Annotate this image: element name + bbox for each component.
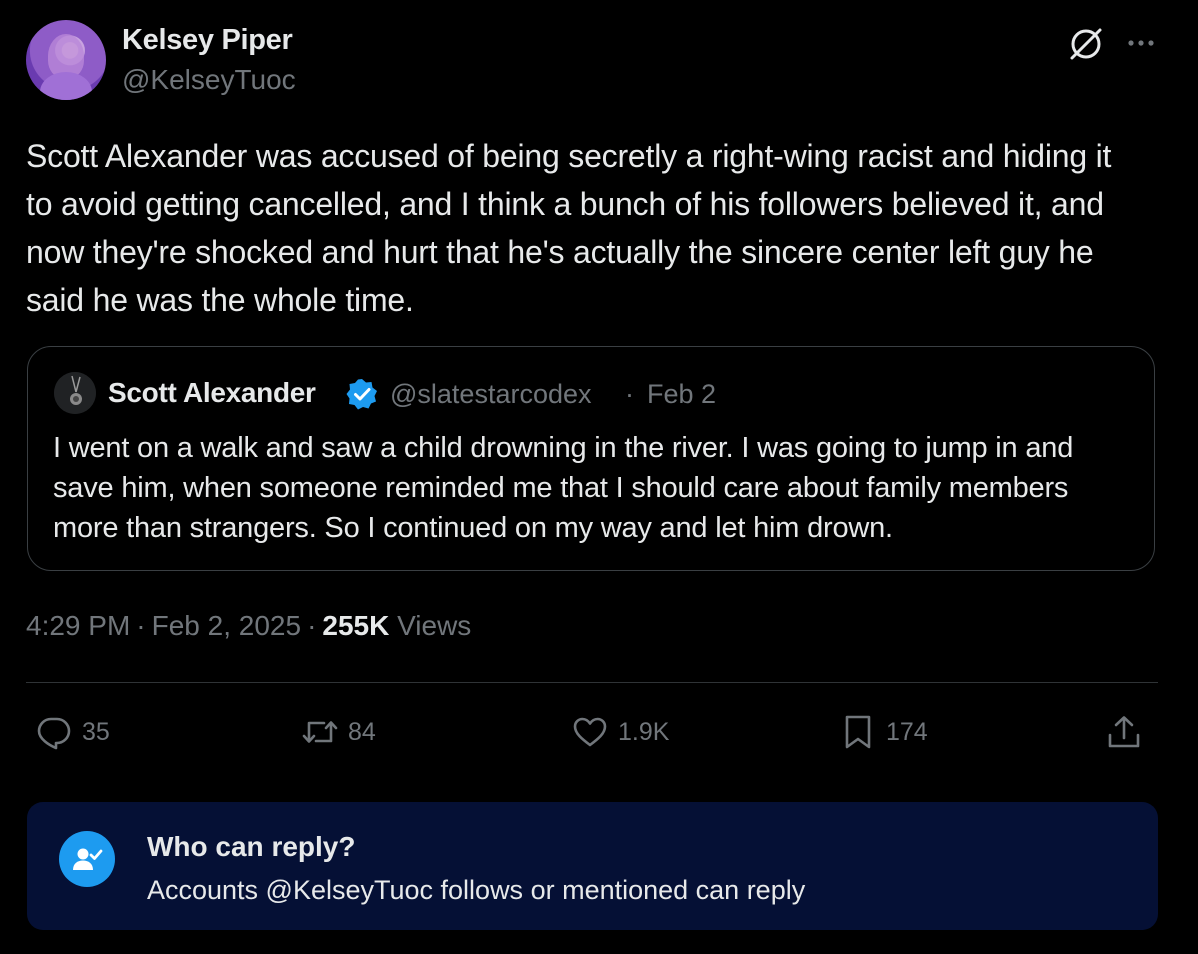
grok-icon[interactable] [1066, 24, 1106, 64]
quote-author-avatar[interactable] [54, 372, 96, 414]
views-label: Views [397, 610, 472, 641]
like-button[interactable]: 1.9K [572, 710, 669, 754]
divider [26, 682, 1158, 683]
tweet-meta: 4:29 PM · Feb 2, 2025 · 255K Views [26, 610, 471, 642]
tweet-text: Scott Alexander was accused of being sec… [26, 138, 1112, 318]
quote-separator: · [625, 379, 634, 409]
repost-count: 84 [348, 717, 376, 746]
share-button[interactable] [1106, 710, 1142, 754]
verified-badge-icon [346, 379, 377, 410]
author-avatar[interactable] [26, 20, 106, 100]
quote-date[interactable]: Feb 2 [647, 379, 716, 410]
meta-separator: · [136, 610, 146, 641]
heart-icon [573, 717, 607, 747]
quote-avatar-image [54, 372, 96, 414]
repost-icon [302, 721, 338, 743]
repost-button[interactable]: 84 [302, 710, 376, 754]
who-can-reply-banner: Who can reply? Accounts @KelseyTuoc foll… [27, 802, 1158, 930]
who-can-reply-title: Who can reply? [147, 831, 356, 862]
reply-restriction-badge [59, 831, 115, 887]
tweet-detail: Kelsey Piper @KelseyTuoc Scott Alexander… [0, 0, 1198, 954]
meta-separator: · [307, 610, 317, 641]
share-icon [1108, 716, 1140, 748]
reply-count: 35 [82, 717, 110, 746]
user-check-icon [73, 848, 103, 870]
quoted-tweet-card[interactable]: Scott Alexander @slatestarcodex · Feb 2 … [27, 346, 1155, 571]
tweet-time[interactable]: 4:29 PM [26, 610, 130, 641]
more-icon[interactable] [1124, 26, 1158, 60]
author-display-name[interactable]: Kelsey Piper [122, 24, 293, 57]
reply-button[interactable]: 35 [36, 710, 110, 754]
bookmark-button[interactable]: 174 [840, 710, 928, 754]
tweet-date[interactable]: Feb 2, 2025 [152, 610, 301, 641]
like-count: 1.9K [618, 717, 670, 746]
quote-author-handle[interactable]: @slatestarcodex [390, 379, 592, 410]
who-can-reply-description: Accounts @KelseyTuoc follows or mentione… [147, 875, 806, 905]
bookmark-count: 174 [886, 717, 928, 746]
bookmark-icon [845, 715, 871, 749]
quote-text: I went on a walk and saw a child drownin… [53, 432, 1074, 544]
author-handle[interactable]: @KelseyTuoc [122, 64, 296, 96]
views-count: 255K [322, 610, 390, 641]
reply-icon [37, 717, 71, 750]
quote-author-display-name[interactable]: Scott Alexander [108, 377, 316, 409]
